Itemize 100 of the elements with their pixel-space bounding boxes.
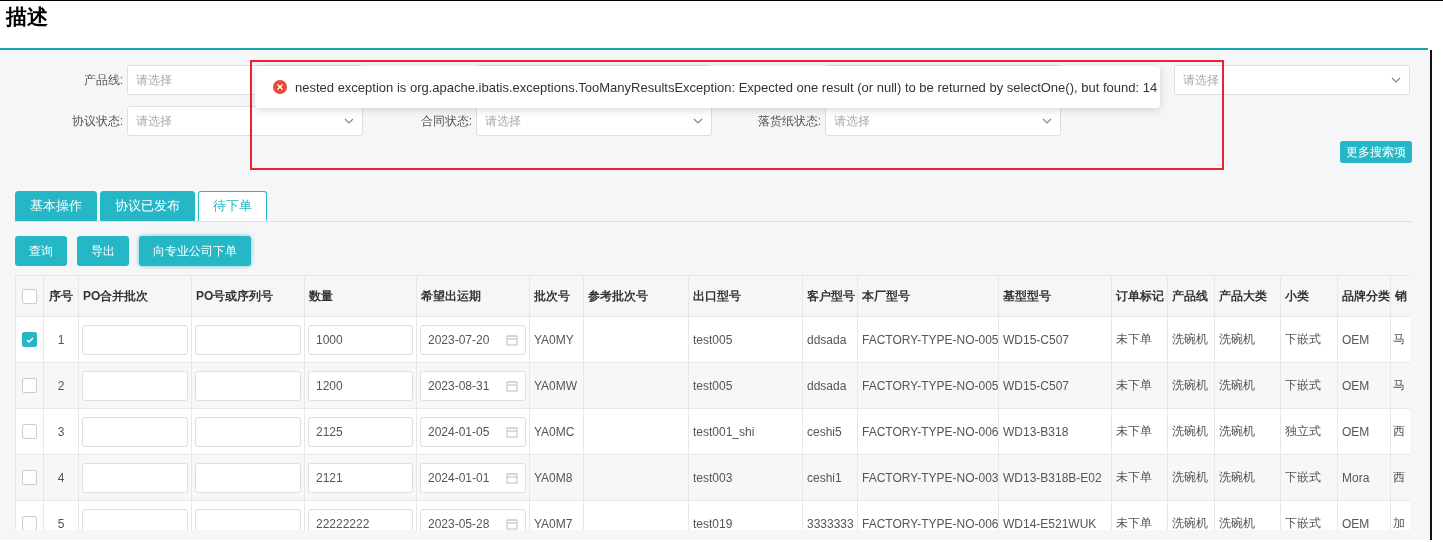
product-line-cell: 洗碗机 — [1172, 332, 1208, 346]
table-cell: 加 — [1393, 516, 1405, 530]
column-header: PO号或序列号 — [196, 288, 274, 303]
tab[interactable]: 基本操作 — [15, 191, 97, 221]
brand-cell: OEM — [1342, 424, 1370, 439]
subcategory-cell: 下嵌式 — [1285, 332, 1321, 346]
date-field[interactable]: 2024-01-01 — [420, 462, 526, 493]
filter-label: 合同状态: — [419, 112, 473, 130]
quantity-field[interactable]: 1200 — [308, 370, 413, 401]
product-line-cell: 洗碗机 — [1172, 378, 1208, 392]
column-header: 客户型号 — [807, 288, 855, 303]
subcategory-cell: 下嵌式 — [1285, 516, 1321, 530]
export-model-cell: test019 — [693, 516, 733, 530]
quantity-field[interactable]: 22222222 — [308, 508, 413, 530]
brand-cell: OEM — [1342, 378, 1370, 393]
subcategory-cell: 下嵌式 — [1285, 378, 1321, 392]
table-cell: 马 — [1393, 332, 1405, 346]
factory-model-cell: FACTORY-TYPE-NO-005 — [862, 332, 998, 347]
row-number: 4 — [57, 470, 65, 485]
date-field[interactable]: 2023-08-31 — [420, 370, 526, 401]
row-number: 2 — [57, 378, 65, 393]
column-header: 销 — [1395, 288, 1407, 303]
tab[interactable]: 协议已发布 — [100, 191, 195, 221]
filter-label: 产品线: — [82, 71, 124, 89]
order-status-cell: 未下单 — [1116, 424, 1152, 438]
select-field[interactable]: 请选择 — [127, 106, 363, 136]
subcategory-cell: 独立式 — [1285, 424, 1321, 438]
batch-cell: YA0M7 — [534, 516, 573, 530]
row-number: 3 — [57, 424, 65, 439]
tab[interactable]: 待下单 — [198, 191, 267, 221]
column-header: 本厂型号 — [862, 288, 910, 303]
table-cell: 马 — [1393, 378, 1405, 392]
batch-cell: YA0MC — [534, 424, 575, 439]
order-status-cell: 未下单 — [1116, 470, 1152, 484]
customer-model-cell: 3333333 — [807, 516, 854, 530]
export-model-cell: test005 — [693, 332, 733, 347]
more-search-button[interactable]: 更多搜索项 — [1340, 141, 1412, 163]
batch-cell: YA0MW — [534, 378, 578, 393]
column-header: PO合并批次 — [83, 288, 149, 303]
customer-model-cell: ceshi5 — [807, 424, 842, 439]
batch-cell: YA0MY — [534, 332, 574, 347]
column-header: 产品大类 — [1219, 288, 1267, 303]
product-line-cell: 洗碗机 — [1172, 470, 1208, 484]
quantity-field[interactable]: 2125 — [308, 416, 413, 447]
quantity-field[interactable]: 2121 — [308, 462, 413, 493]
column-header: 小类 — [1285, 288, 1309, 303]
row-number: 5 — [57, 516, 65, 530]
column-header: 产品线 — [1172, 288, 1208, 303]
category-cell: 洗碗机 — [1219, 378, 1255, 392]
factory-model-cell: FACTORY-TYPE-NO-003 — [862, 470, 998, 485]
customer-model-cell: ddsada — [807, 378, 847, 393]
base-model-cell: WD13-B318B-E02 — [1003, 470, 1102, 485]
factory-model-cell: FACTORY-TYPE-NO-006 — [862, 424, 998, 439]
category-cell: 洗碗机 — [1219, 516, 1255, 530]
date-field[interactable]: 2024-01-05 — [420, 416, 526, 447]
subcategory-cell: 下嵌式 — [1285, 470, 1321, 484]
table-cell: 西 — [1393, 470, 1405, 484]
export-model-cell: test003 — [693, 470, 733, 485]
order-status-cell: 未下单 — [1116, 332, 1152, 346]
base-model-cell: WD14-E521WUK — [1003, 516, 1097, 530]
row-number: 1 — [57, 332, 65, 347]
page-title: 描述 — [6, 5, 48, 28]
column-header: 基型型号 — [1003, 288, 1051, 303]
category-cell: 洗碗机 — [1219, 332, 1255, 346]
column-header: 希望出运期 — [421, 288, 481, 303]
action-button[interactable]: 导出 — [77, 236, 129, 266]
brand-cell: OEM — [1342, 332, 1370, 347]
brand-cell: Mora — [1342, 470, 1370, 485]
export-model-cell: test005 — [693, 378, 733, 393]
brand-cell: OEM — [1342, 516, 1370, 530]
filter-label: 协议状态: — [70, 112, 124, 130]
category-cell: 洗碗机 — [1219, 424, 1255, 438]
base-model-cell: WD13-B318 — [1003, 424, 1069, 439]
factory-model-cell: FACTORY-TYPE-NO-006 — [862, 516, 998, 530]
column-header: 品牌分类 — [1342, 288, 1390, 303]
batch-cell: YA0M8 — [534, 470, 573, 485]
factory-model-cell: FACTORY-TYPE-NO-005 — [862, 378, 998, 393]
order-status-cell: 未下单 — [1116, 516, 1152, 530]
base-model-cell: WD15-C507 — [1003, 332, 1070, 347]
customer-model-cell: ddsada — [807, 332, 847, 347]
base-model-cell: WD15-C507 — [1003, 378, 1070, 393]
column-header: 批次号 — [534, 288, 570, 303]
column-header: 参考批次号 — [588, 288, 648, 303]
select-field[interactable]: 请选择 — [1174, 65, 1410, 95]
select-field[interactable]: 请选择 — [476, 106, 712, 136]
column-header: 序号 — [49, 288, 73, 303]
date-field[interactable]: 2023-05-28 — [420, 508, 526, 530]
export-model-cell: test001_shi — [693, 424, 755, 439]
column-header: 数量 — [309, 288, 333, 303]
product-line-cell: 洗碗机 — [1172, 424, 1208, 438]
customer-model-cell: ceshi1 — [807, 470, 842, 485]
quantity-field[interactable]: 1000 — [308, 324, 413, 355]
date-field[interactable]: 2023-07-20 — [420, 324, 526, 355]
select-field[interactable]: 请选择 — [825, 106, 1061, 136]
action-button[interactable]: 查询 — [15, 236, 67, 266]
category-cell: 洗碗机 — [1219, 470, 1255, 484]
column-header: 出口型号 — [693, 288, 741, 303]
filter-label: 落货纸状态: — [756, 112, 822, 130]
table-cell: 西 — [1393, 424, 1405, 438]
action-button[interactable]: 向专业公司下单 — [139, 236, 251, 266]
